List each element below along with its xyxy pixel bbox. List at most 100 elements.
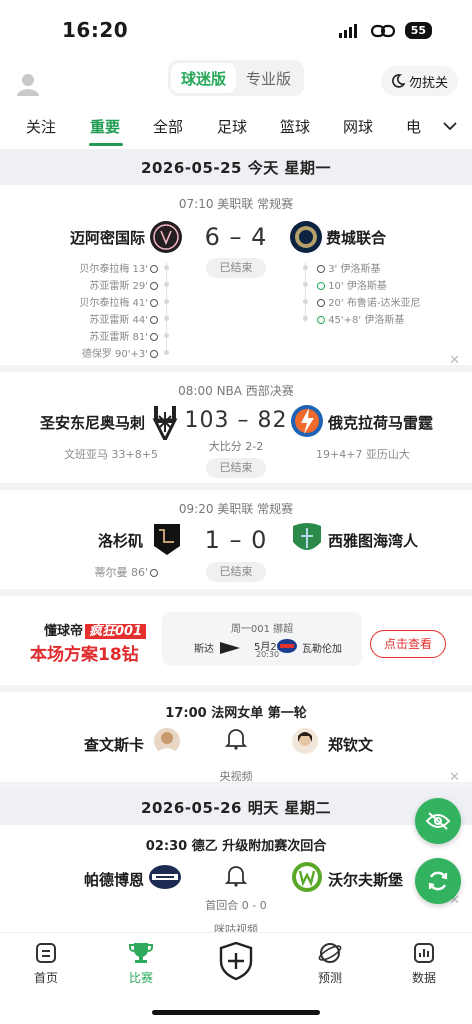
first-leg-result: 首回合 0 - 0 xyxy=(205,899,267,912)
close-icon[interactable]: ✕ xyxy=(449,770,460,785)
away-top-player: 19+4+7 亚历山大 xyxy=(316,448,410,461)
home-team: 迈阿密国际 xyxy=(70,229,146,247)
tab-esports[interactable]: 电 xyxy=(406,116,421,137)
bar-chart-icon xyxy=(414,943,434,963)
nav-home-label: 首页 xyxy=(33,971,58,985)
link-icon xyxy=(370,24,395,37)
football-icon xyxy=(150,282,158,290)
promo-match-card: 周一001 挪超 斯达 5月25日 20:30 瓦勒伦加 xyxy=(162,612,362,666)
bell-icon[interactable] xyxy=(224,726,248,750)
broadcast-label: 央视频 xyxy=(219,770,253,783)
nav-matches[interactable]: 比赛 xyxy=(111,941,171,986)
start-logo-icon xyxy=(220,642,240,654)
header: 球迷版 专业版 勿扰关 xyxy=(0,58,472,104)
home-goal-event: 苏亚雷斯 44' xyxy=(89,311,158,326)
timeline-dot xyxy=(303,316,308,321)
football-icon xyxy=(150,350,158,358)
dnd-button[interactable]: 勿扰关 xyxy=(380,66,458,96)
status-bar: 16:20 55 xyxy=(0,0,472,60)
planet-icon xyxy=(318,943,342,963)
paderborn-logo-icon xyxy=(149,865,181,889)
promo-banner[interactable]: 懂球帝 疯狂001 本场方案18钻 周一001 挪超 斯达 5月25日 20:30… xyxy=(0,596,472,692)
battery-indicator: 55 xyxy=(404,22,432,39)
tab-football[interactable]: 足球 xyxy=(217,116,247,137)
penalty-icon xyxy=(317,282,325,290)
home-goal-event: 苏亚雷斯 81' xyxy=(89,328,158,343)
away-player: 郑钦文 xyxy=(328,736,374,754)
timeline-dot xyxy=(164,316,169,321)
tab-important[interactable]: 重要 xyxy=(90,116,120,137)
home-goal-event: 德保罗 90'+3' xyxy=(82,345,158,360)
timeline-dot xyxy=(164,333,169,338)
match-status: 已结束 xyxy=(206,458,266,478)
football-icon xyxy=(317,299,325,307)
mode-pro-button[interactable]: 专业版 xyxy=(236,63,301,93)
eye-off-icon xyxy=(425,812,451,830)
promo-home-team: 斯达 xyxy=(194,644,214,655)
tab-all[interactable]: 全部 xyxy=(153,116,183,137)
football-icon xyxy=(150,265,158,273)
tab-follow[interactable]: 关注 xyxy=(26,116,56,137)
away-goal-event: 3' 伊洛斯基 xyxy=(315,260,380,275)
home-goal-event: 贝尔泰拉梅 13' xyxy=(79,260,158,275)
timeline-dot xyxy=(303,282,308,287)
chevron-down-icon[interactable] xyxy=(442,120,458,132)
nav-predict[interactable]: 预测 xyxy=(300,941,360,986)
tab-tennis[interactable]: 网球 xyxy=(343,116,373,137)
match-card[interactable]: 07:10 美职联 常规赛 迈阿密国际 6 – 4 费城联合 已结束 贝尔泰拉梅… xyxy=(0,185,472,372)
home-team: 洛杉矶 xyxy=(98,532,144,550)
mode-fan-button[interactable]: 球迷版 xyxy=(171,63,236,93)
event-timeline xyxy=(305,262,306,322)
hide-toggle-button[interactable] xyxy=(415,798,461,844)
away-team: 西雅图海湾人 xyxy=(328,532,419,550)
nav-data-label: 数据 xyxy=(411,971,436,985)
match-league: 17:00 法网女单 第一轮 xyxy=(165,706,307,721)
timeline-dot xyxy=(303,265,308,270)
philadelphia-union-logo-icon xyxy=(290,221,322,253)
date-header: 2026-05-26 明天 星期二 xyxy=(0,789,472,825)
status-time: 16:20 xyxy=(62,18,129,42)
category-tabs: 关注 重要 全部 足球 篮球 网球 电 xyxy=(0,108,472,148)
player-photo-icon xyxy=(154,728,180,754)
status-icons: 55 xyxy=(338,22,432,39)
valerenga-logo-icon xyxy=(277,639,297,653)
nav-home[interactable]: 首页 xyxy=(16,941,76,986)
promo-title: 本场方案18钻 xyxy=(30,645,139,665)
match-card[interactable]: 08:00 NBA 西部决赛 圣安东尼奥马刺 103 – 82 俄克拉荷马雷霆 … xyxy=(0,372,472,490)
timeline-dot xyxy=(303,299,308,304)
match-card[interactable]: 17:00 法网女单 第一轮 查文斯卡 郑钦文 央视频 ✕ xyxy=(0,692,472,789)
timeline-dot xyxy=(164,299,169,304)
match-card[interactable]: 02:30 德乙 升级附加赛次回合 帕德博恩 沃尔夫斯堡 首回合 0 - 0 咪… xyxy=(0,825,472,936)
football-icon xyxy=(150,333,158,341)
match-league: 02:30 德乙 升级附加赛次回合 xyxy=(145,839,327,854)
promo-view-button[interactable]: 点击查看 xyxy=(370,630,446,658)
promo-away-team: 瓦勒伦加 xyxy=(302,644,342,655)
football-icon xyxy=(150,569,158,577)
football-icon xyxy=(317,265,325,273)
bell-icon[interactable] xyxy=(224,863,248,887)
timeline-dot xyxy=(164,265,169,270)
player-photo-icon xyxy=(292,728,318,754)
penalty-icon xyxy=(317,316,325,324)
avatar-icon[interactable] xyxy=(16,72,40,96)
nav-data[interactable]: 数据 xyxy=(394,941,454,986)
mode-toggle: 球迷版 专业版 xyxy=(168,60,304,96)
tab-basketball[interactable]: 篮球 xyxy=(280,116,310,137)
match-score: 103 – 82 xyxy=(184,408,288,433)
signal-icon xyxy=(338,23,357,38)
away-team: 俄克拉荷马雷霆 xyxy=(328,414,434,432)
match-status: 已结束 xyxy=(206,258,266,278)
date-header: 2026-05-25 今天 星期一 xyxy=(0,149,472,185)
thunder-logo-icon xyxy=(291,405,323,437)
home-top-player: 文班亚马 33+8+5 xyxy=(64,448,158,461)
lafc-logo-icon xyxy=(154,524,180,555)
match-card[interactable]: 09:20 美职联 常规赛 洛杉矶 1 – 0 西雅图海湾人 蒂尔曼 86' 已… xyxy=(0,490,472,596)
away-goal-event: 20' 布鲁诺-达米亚尼 xyxy=(315,294,420,309)
timeline-dot xyxy=(164,350,169,355)
refresh-button[interactable] xyxy=(415,858,461,904)
trophy-icon xyxy=(129,943,153,963)
nav-create[interactable] xyxy=(218,941,254,985)
home-indicator xyxy=(152,1010,320,1015)
football-icon xyxy=(150,299,158,307)
close-icon[interactable]: ✕ xyxy=(449,353,460,368)
